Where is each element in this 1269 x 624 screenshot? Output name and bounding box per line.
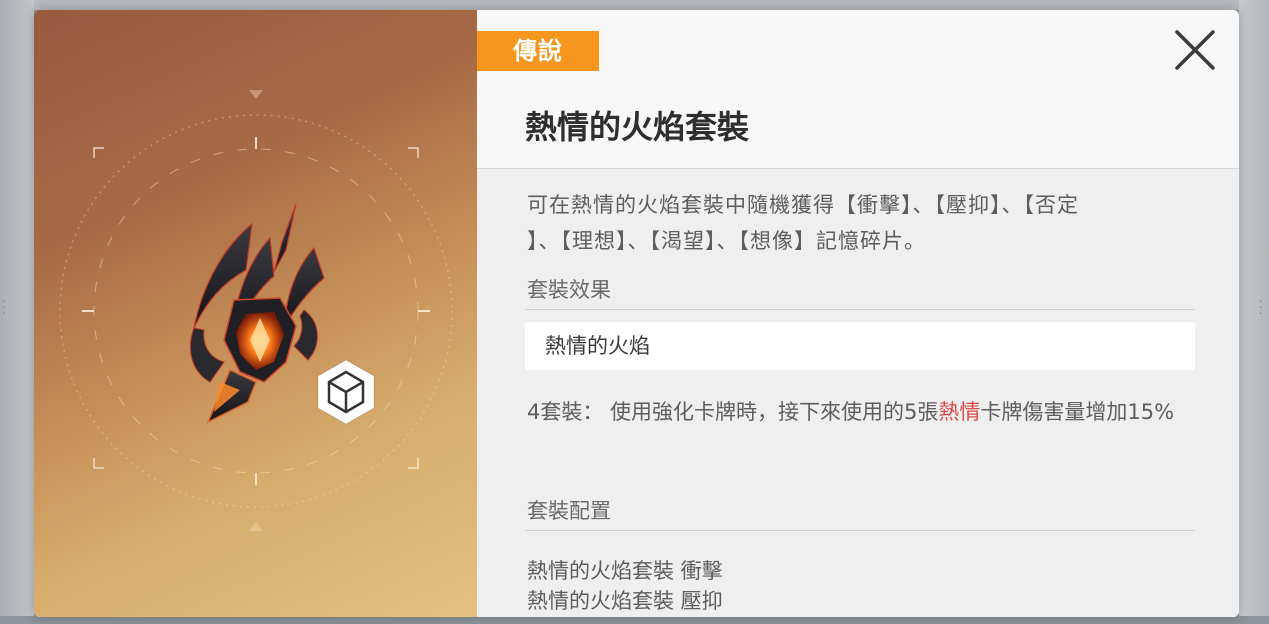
set-config-label: 套裝配置	[527, 499, 611, 523]
item-detail-modal: 傳說 熱情的火焰套裝 可在熱情的火焰套裝中隨機獲得【衝擊】、【壓抑】、【否定 】…	[34, 10, 1239, 617]
background-bottom-edge	[0, 616, 1269, 624]
set-effect-name: 熱情的火焰	[545, 334, 650, 358]
item-title: 熱情的火焰套裝	[525, 108, 750, 146]
highlight-keyword: 熱情	[938, 400, 981, 424]
set-config-item: 熱情的火焰套裝 壓抑	[527, 589, 723, 613]
cube-icon	[317, 359, 375, 425]
flame-crystal-art	[190, 203, 325, 424]
item-art-svg	[59, 90, 453, 531]
set-config-list: 熱情的火焰套裝 衝擊 熱情的火焰套裝 壓抑	[527, 556, 723, 616]
item-header: 傳說 熱情的火焰套裝	[477, 10, 1239, 169]
item-info-panel: 傳說 熱情的火焰套裝 可在熱情的火焰套裝中隨機獲得【衝擊】、【壓抑】、【否定 】…	[477, 10, 1239, 617]
set-effect-text: 卡牌傷害量增加15%	[980, 400, 1175, 424]
set-config-item: 熱情的火焰套裝 衝擊	[527, 559, 723, 583]
background-top-edge	[0, 0, 1269, 10]
description-line: 】、【理想】、【渴望】、【想像】記憶碎片。	[527, 229, 926, 253]
description-line: 可在熱情的火焰套裝中隨機獲得【衝擊】、【壓抑】、【否定	[527, 193, 1079, 217]
left-scroll-grip-icon: · · ·	[2, 297, 6, 320]
right-scroll-grip-icon: · · ·	[1259, 297, 1263, 320]
item-art-panel	[34, 10, 477, 617]
set-effect-label: 套裝效果	[527, 278, 611, 302]
set-effect-box: 熱情的火焰	[525, 322, 1195, 370]
close-icon[interactable]	[1171, 26, 1219, 74]
set-effect-description: 4套裝： 使用強化卡牌時，接下來使用的5張熱情卡牌傷害量增加15%	[527, 394, 1197, 430]
divider	[525, 309, 1195, 310]
item-description: 可在熱情的火焰套裝中隨機獲得【衝擊】、【壓抑】、【否定 】、【理想】、【渴望】、…	[527, 187, 1197, 259]
divider	[525, 530, 1195, 531]
rarity-badge: 傳說	[477, 31, 599, 71]
set-effect-text: 4套裝： 使用強化卡牌時，接下來使用的5張	[527, 400, 939, 424]
